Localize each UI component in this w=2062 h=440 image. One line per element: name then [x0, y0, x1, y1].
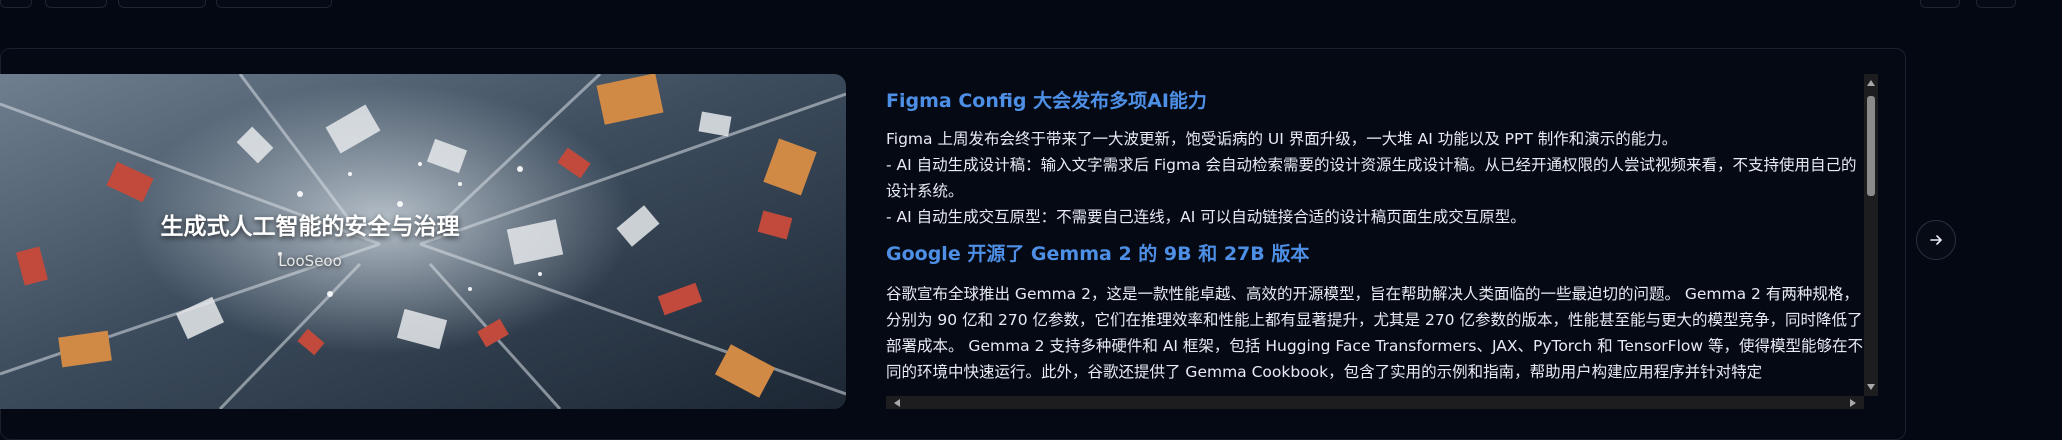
top-action-chip[interactable] [1976, 0, 2016, 8]
top-action-chip[interactable] [1920, 0, 1960, 8]
scroll-up-icon[interactable] [1867, 80, 1875, 86]
section-title: Figma Config 大会发布多项AI能力 [886, 90, 1207, 112]
vertical-scrollbar[interactable] [1864, 74, 1878, 396]
cover-title: 生成式人工智能的安全与治理 [160, 214, 460, 240]
article-panel[interactable]: Figma Config 大会发布多项AI能力 Figma 上周发布会终于带来了… [886, 74, 1870, 409]
scroll-down-icon[interactable] [1867, 384, 1875, 390]
top-nav-chip[interactable] [118, 0, 206, 8]
top-nav-chip[interactable] [0, 0, 32, 8]
section-paragraph: - AI 自动生成交互原型：不需要自己连线，AI 可以自动链接合适的设计稿页面生… [886, 208, 1526, 226]
section-paragraph: Figma 上周发布会终于带来了一大波更新，饱受诟病的 UI 界面升级，一大堆 … [886, 130, 1678, 148]
next-slide-button[interactable] [1916, 220, 1956, 260]
cover-artwork [0, 74, 846, 409]
cover-author: LooSeoo [278, 252, 342, 270]
scrollbar-thumb[interactable] [1867, 96, 1875, 196]
horizontal-scrollbar[interactable] [886, 396, 1864, 409]
top-nav-chip[interactable] [216, 0, 332, 8]
section-paragraph: - AI 自动生成设计稿：输入文字需求后 Figma 会自动检索需要的设计资源生… [886, 156, 1857, 200]
arrow-right-icon [1930, 235, 1942, 245]
scroll-right-icon[interactable] [1850, 399, 1856, 407]
scroll-left-icon[interactable] [894, 399, 900, 407]
section-paragraph: 谷歌宣布全球推出 Gemma 2，这是一款性能卓越、高效的开源模型，旨在帮助解决… [886, 285, 1863, 381]
section-title: Google 开源了 Gemma 2 的 9B 和 27B 版本 [886, 243, 1310, 265]
top-nav-chip[interactable] [45, 0, 107, 8]
cover-image[interactable]: 生成式人工智能的安全与治理 LooSeoo [0, 74, 846, 409]
